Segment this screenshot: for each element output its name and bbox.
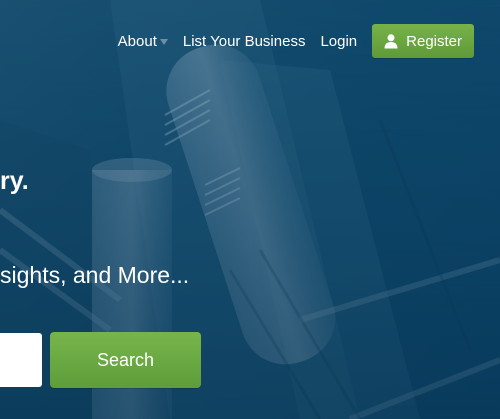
search-button[interactable]: Search (50, 332, 201, 388)
nav-about-label: About (117, 32, 157, 50)
chevron-down-icon (159, 39, 168, 45)
register-label: Register (406, 32, 462, 50)
nav-login[interactable]: Login (320, 33, 357, 50)
nav-list-your-business[interactable]: List Your Business (183, 33, 306, 50)
search-input[interactable] (0, 333, 42, 387)
hero-subheadline: sights, and More... (0, 262, 190, 288)
nav-about[interactable]: About (118, 33, 168, 50)
user-icon (384, 34, 398, 49)
top-navigation: About List Your Business Login Register (96, 24, 474, 58)
hero-headline: ry. (0, 167, 29, 195)
register-button[interactable]: Register (372, 24, 474, 58)
